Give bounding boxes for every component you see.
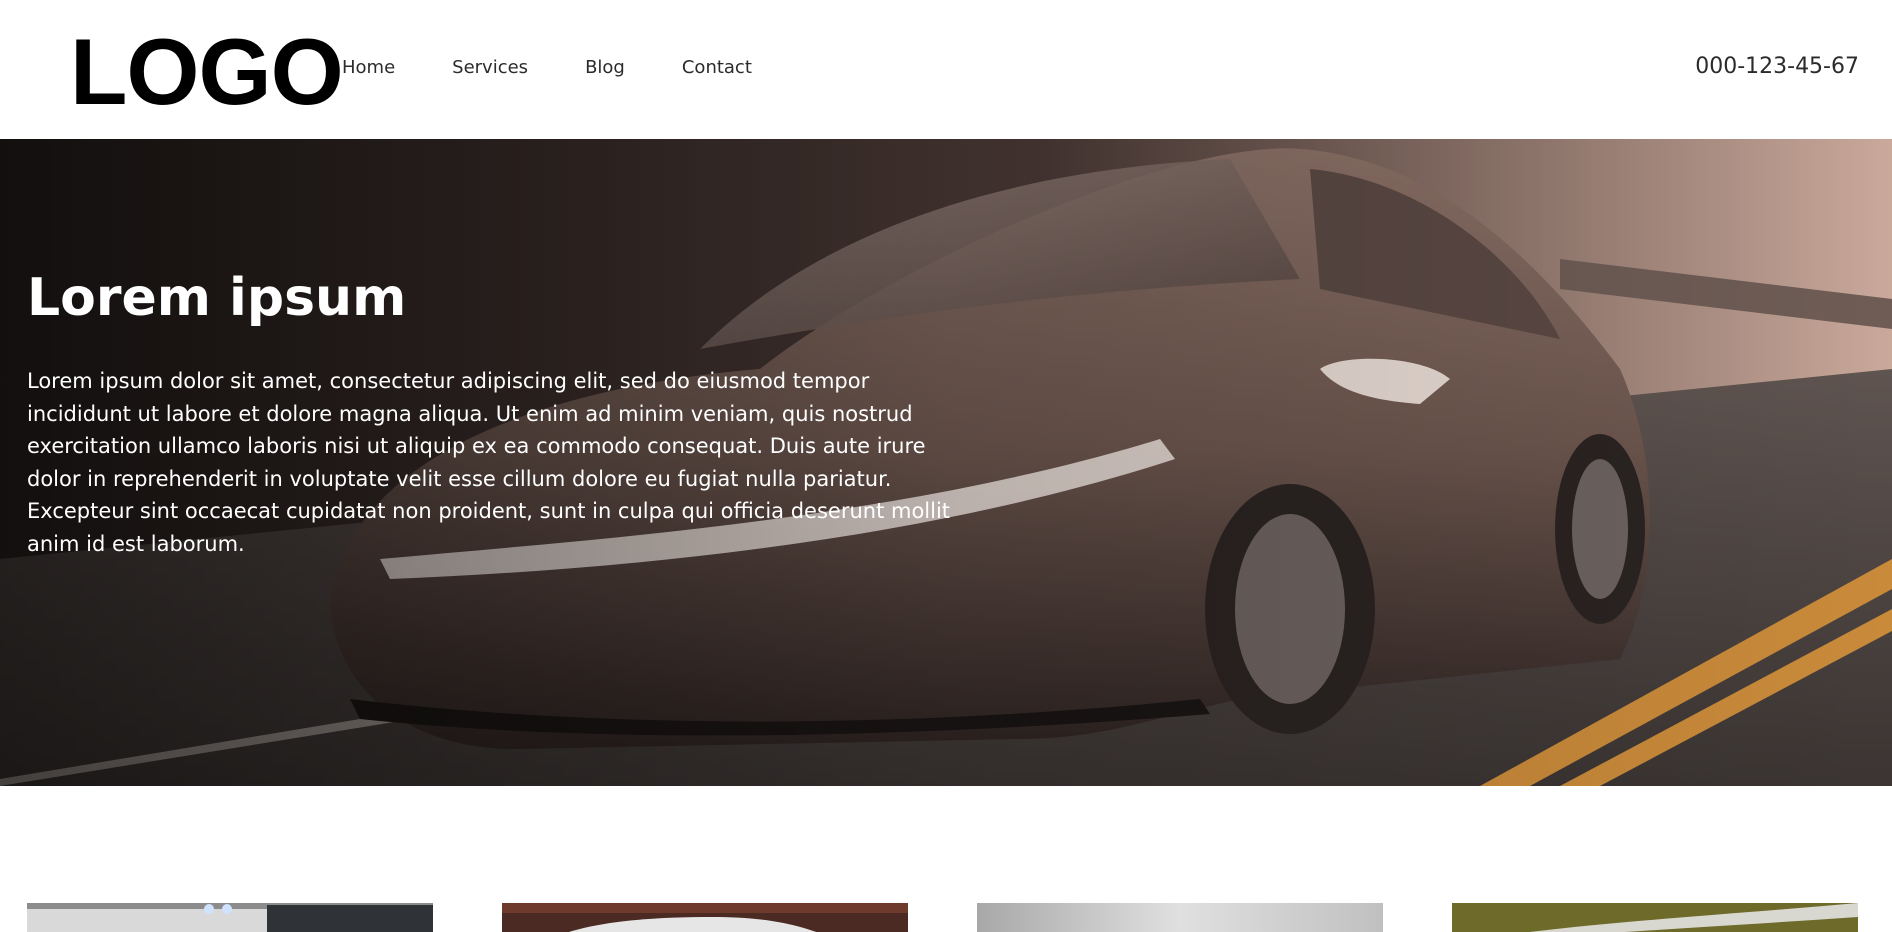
card-grey-car-image[interactable]: [977, 903, 1383, 932]
nav-blog-link[interactable]: Blog: [585, 56, 625, 80]
logo[interactable]: LOGO: [70, 24, 344, 120]
phone-number[interactable]: 000-123-45-67: [1695, 53, 1859, 81]
hero-description: Lorem ipsum dolor sit amet, consectetur …: [27, 369, 951, 556]
site-header: LOGO Home Services Blog Contact 000-123-…: [0, 0, 1892, 139]
card-showroom-image[interactable]: [27, 903, 433, 932]
hero-banner: Lorem ipsum Lorem ipsum dolor sit amet, …: [0, 139, 1892, 786]
nav-home-link[interactable]: Home: [342, 56, 395, 80]
card-car-front-image[interactable]: [502, 903, 908, 932]
card-row: [0, 903, 1892, 932]
main-nav: Home Services Blog Contact: [342, 56, 809, 80]
nav-services-link[interactable]: Services: [452, 56, 528, 80]
card-race-track-image[interactable]: [1452, 903, 1858, 932]
nav-contact-link[interactable]: Contact: [682, 56, 752, 80]
hero-title: Lorem ipsum: [27, 268, 407, 328]
